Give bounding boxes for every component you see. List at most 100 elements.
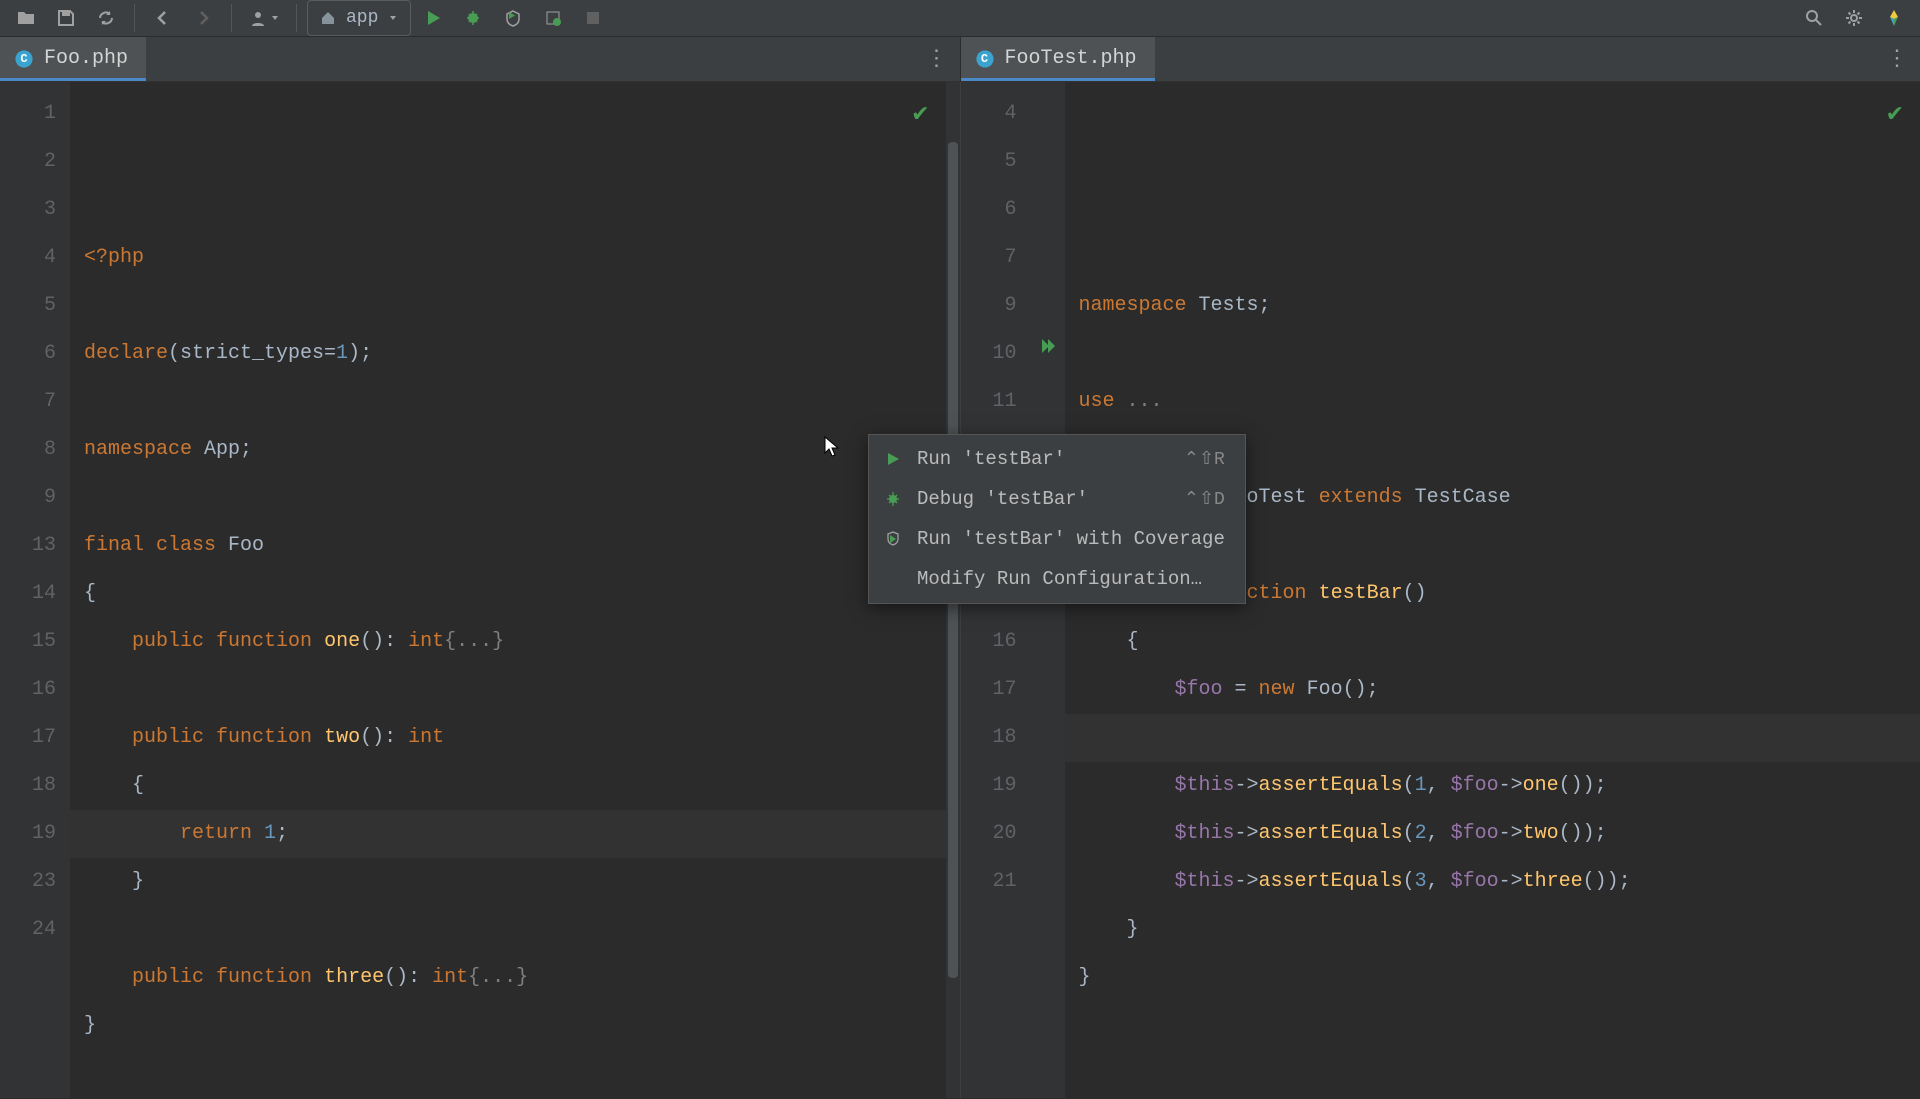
line-number[interactable]: 4 (12, 234, 56, 282)
inspection-ok-icon[interactable]: ✔ (911, 92, 929, 140)
tab-options-icon[interactable]: ⋮ (926, 46, 950, 72)
code-line[interactable]: use ... (1079, 378, 1920, 426)
code-line[interactable]: declare(strict_types=1); (84, 330, 946, 378)
code-line[interactable]: namespace App; (84, 426, 946, 474)
search-icon[interactable] (1796, 0, 1832, 36)
forward-icon[interactable] (185, 0, 221, 36)
menu-item-label: Debug 'testBar' (917, 488, 1088, 510)
code-line[interactable] (1079, 330, 1920, 378)
code-line[interactable]: final class Foo (84, 522, 946, 570)
menu-item-debug-testbar-[interactable]: Debug 'testBar'⌃⇧D (869, 479, 1245, 519)
code-line[interactable] (1079, 234, 1920, 282)
home-icon (320, 10, 336, 26)
run-class-gutter-icon[interactable] (1031, 322, 1065, 370)
menu-shortcut: ⌃⇧R (1184, 448, 1225, 470)
code-line[interactable]: { (84, 762, 946, 810)
line-number[interactable]: 24 (12, 906, 56, 954)
toolbar-separator (296, 4, 297, 32)
line-number[interactable]: 17 (12, 714, 56, 762)
tab-foo-php[interactable]: Foo.php (0, 37, 146, 81)
code-line[interactable]: } (1079, 906, 1920, 954)
code-line[interactable]: public function one(): int{...} (84, 618, 946, 666)
code-line[interactable]: return 1; (70, 810, 946, 858)
menu-item-label: Modify Run Configuration… (917, 568, 1202, 590)
line-number[interactable]: 19 (12, 810, 56, 858)
line-number[interactable]: 4 (973, 90, 1017, 138)
code-line[interactable]: <?php (84, 234, 946, 282)
code-line[interactable] (1065, 714, 1920, 762)
line-number[interactable]: 1 (12, 90, 56, 138)
line-number[interactable]: 6 (12, 330, 56, 378)
code-line[interactable] (84, 906, 946, 954)
menu-item-run-testbar-with-coverage[interactable]: Run 'testBar' with Coverage (869, 519, 1245, 559)
code-line[interactable] (84, 666, 946, 714)
line-number[interactable]: 8 (12, 426, 56, 474)
profiler-icon[interactable] (535, 0, 571, 36)
stop-icon[interactable] (575, 0, 611, 36)
settings-icon[interactable] (1836, 0, 1872, 36)
refresh-icon[interactable] (88, 0, 124, 36)
line-number[interactable]: 13 (12, 522, 56, 570)
jetbrains-icon[interactable] (1876, 0, 1912, 36)
editor-left[interactable]: 123456789131415161718192324 ✔ <?php decl… (0, 82, 961, 1098)
line-number[interactable]: 20 (973, 810, 1017, 858)
line-number[interactable]: 23 (12, 858, 56, 906)
line-number[interactable]: 17 (973, 666, 1017, 714)
user-icon[interactable] (242, 0, 286, 36)
line-number[interactable]: 16 (973, 618, 1017, 666)
run-icon[interactable] (415, 0, 451, 36)
code-line[interactable] (84, 474, 946, 522)
code-line[interactable] (84, 282, 946, 330)
line-number[interactable]: 2 (12, 138, 56, 186)
save-icon[interactable] (48, 0, 84, 36)
run-configuration-selector[interactable]: app (307, 0, 411, 36)
line-number[interactable]: 5 (973, 138, 1017, 186)
back-icon[interactable] (145, 0, 181, 36)
code-line[interactable] (84, 378, 946, 426)
gutter-left[interactable]: 123456789131415161718192324 (0, 82, 70, 1098)
debug-icon[interactable] (455, 0, 491, 36)
line-number[interactable]: 21 (973, 858, 1017, 906)
line-number[interactable]: 9 (12, 474, 56, 522)
line-number[interactable]: 15 (12, 618, 56, 666)
line-number[interactable]: 9 (973, 282, 1017, 330)
tab-options-icon[interactable]: ⋮ (1886, 46, 1910, 72)
code-line[interactable]: } (1079, 954, 1920, 1002)
code-line[interactable]: { (1079, 618, 1920, 666)
code-line[interactable]: $this->assertEquals(1, $foo->one()); (1079, 762, 1920, 810)
code-line[interactable]: } (84, 858, 946, 906)
code-line[interactable]: { (84, 570, 946, 618)
editors-split: 123456789131415161718192324 ✔ <?php decl… (0, 82, 1920, 1098)
line-number[interactable]: 18 (12, 762, 56, 810)
line-number[interactable]: 19 (973, 762, 1017, 810)
code-line[interactable]: } (84, 1002, 946, 1050)
line-number[interactable]: 18 (973, 714, 1017, 762)
tab-footest-php[interactable]: FooTest.php (961, 37, 1155, 81)
code-line[interactable]: namespace Tests; (1079, 282, 1920, 330)
menu-item-run-testbar-[interactable]: Run 'testBar'⌃⇧R (869, 439, 1245, 479)
code-line[interactable]: public function two(): int (84, 714, 946, 762)
inspection-ok-icon[interactable]: ✔ (1886, 92, 1904, 140)
line-number[interactable]: 6 (973, 186, 1017, 234)
code-line[interactable]: public function three(): int{...} (84, 954, 946, 1002)
line-number[interactable]: 10 (973, 330, 1017, 378)
line-number[interactable]: 11 (973, 378, 1017, 426)
coverage-icon[interactable] (495, 0, 531, 36)
mouse-cursor-icon (824, 436, 840, 458)
tabs-row: Foo.php ⋮ FooTest.php ⋮ (0, 37, 1920, 82)
code-line[interactable]: $foo = new Foo(); (1079, 666, 1920, 714)
code-line[interactable]: $this->assertEquals(3, $foo->three()); (1079, 858, 1920, 906)
line-number[interactable]: 7 (12, 378, 56, 426)
open-file-icon[interactable] (8, 0, 44, 36)
menu-item-modify-run-configuration-[interactable]: Modify Run Configuration… (869, 559, 1245, 599)
code-line[interactable]: $this->assertEquals(2, $foo->two()); (1079, 810, 1920, 858)
code-line[interactable] (84, 1050, 946, 1098)
line-number[interactable]: 16 (12, 666, 56, 714)
line-number[interactable]: 5 (12, 282, 56, 330)
line-number[interactable]: 7 (973, 234, 1017, 282)
line-number[interactable]: 14 (12, 570, 56, 618)
run-config-label: app (346, 8, 378, 28)
line-number[interactable]: 3 (12, 186, 56, 234)
code-line[interactable] (1079, 1002, 1920, 1050)
code-left[interactable]: ✔ <?php declare(strict_types=1); namespa… (70, 82, 946, 1098)
